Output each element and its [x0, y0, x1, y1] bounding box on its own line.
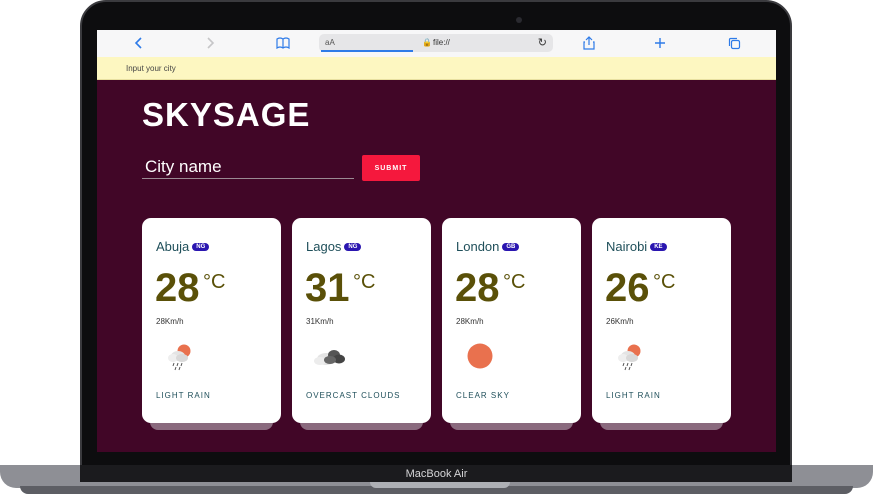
url-underline	[321, 50, 413, 52]
temperature-unit: °C	[503, 271, 526, 293]
weather-card: London GB 28 °C 28Km/h CLEAR SKY	[442, 218, 581, 423]
weather-description: OVERCAST CLOUDS	[306, 391, 401, 400]
temperature: 28	[155, 266, 200, 310]
light-rain-icon	[614, 340, 646, 372]
weather-card: Abuja NG 28 °C 28Km/h LIGHT RAIN	[142, 218, 281, 423]
country-badge: NG	[192, 243, 210, 251]
input-tooltip: Input your city	[97, 57, 776, 80]
city-name: London	[456, 239, 500, 254]
lock-icon: 🔒	[422, 38, 432, 47]
submit-button[interactable]: SUBMIT	[362, 155, 420, 181]
country-badge: NG	[344, 243, 362, 251]
reload-icon[interactable]: ↻	[538, 36, 547, 49]
camera	[516, 17, 522, 23]
weather-description: CLEAR SKY	[456, 391, 510, 400]
reader-toggle[interactable]: aA	[325, 38, 335, 47]
light-rain-icon	[164, 340, 196, 372]
wind-speed: 26Km/h	[606, 317, 634, 326]
temperature-unit: °C	[353, 271, 376, 293]
new-tab-icon[interactable]	[651, 34, 669, 52]
country-badge: GB	[502, 243, 520, 251]
country-badge: KE	[650, 243, 667, 251]
tabs-icon[interactable]	[725, 34, 743, 52]
screen: aA 🔒 file:// ↻ Input your city SKYSAGE S…	[97, 30, 776, 452]
browser-toolbar: aA 🔒 file:// ↻	[97, 30, 776, 58]
share-icon[interactable]	[580, 34, 598, 52]
city-heading: Abuja NG	[156, 239, 210, 254]
back-icon[interactable]	[130, 34, 148, 52]
laptop-notch	[370, 482, 510, 488]
app-title: SKYSAGE	[142, 96, 311, 133]
temperature: 26	[605, 266, 650, 310]
city-heading: Lagos NG	[306, 239, 362, 254]
weather-card: Nairobi KE 26 °C 26Km/h LIGHT RAIN	[592, 218, 731, 423]
forward-icon[interactable]	[201, 34, 219, 52]
tooltip-text: Input your city	[126, 64, 176, 73]
address-bar[interactable]: aA 🔒 file:// ↻	[319, 34, 553, 52]
city-name: Nairobi	[606, 239, 648, 254]
temperature-unit: °C	[203, 271, 226, 293]
overcast-clouds-icon	[312, 340, 352, 372]
url-text: file://	[433, 38, 450, 47]
city-name: Abuja	[156, 239, 190, 254]
temperature: 28	[455, 266, 500, 310]
temperature-unit: °C	[653, 271, 676, 293]
city-heading: Nairobi KE	[606, 239, 667, 254]
city-heading: London GB	[456, 239, 520, 254]
weather-card: Lagos NG 31 °C 31Km/h OVERCAST CLOUDS	[292, 218, 431, 423]
city-name: Lagos	[306, 239, 342, 254]
wind-speed: 31Km/h	[306, 317, 334, 326]
clear-sky-icon	[464, 340, 496, 372]
weather-description: LIGHT RAIN	[606, 391, 661, 400]
bookmarks-icon[interactable]	[274, 34, 292, 52]
wind-speed: 28Km/h	[156, 317, 184, 326]
temperature: 31	[305, 266, 350, 310]
device-label: MacBook Air	[405, 468, 468, 480]
weather-description: LIGHT RAIN	[156, 391, 211, 400]
city-name-input[interactable]	[142, 155, 354, 179]
wind-speed: 28Km/h	[456, 317, 484, 326]
